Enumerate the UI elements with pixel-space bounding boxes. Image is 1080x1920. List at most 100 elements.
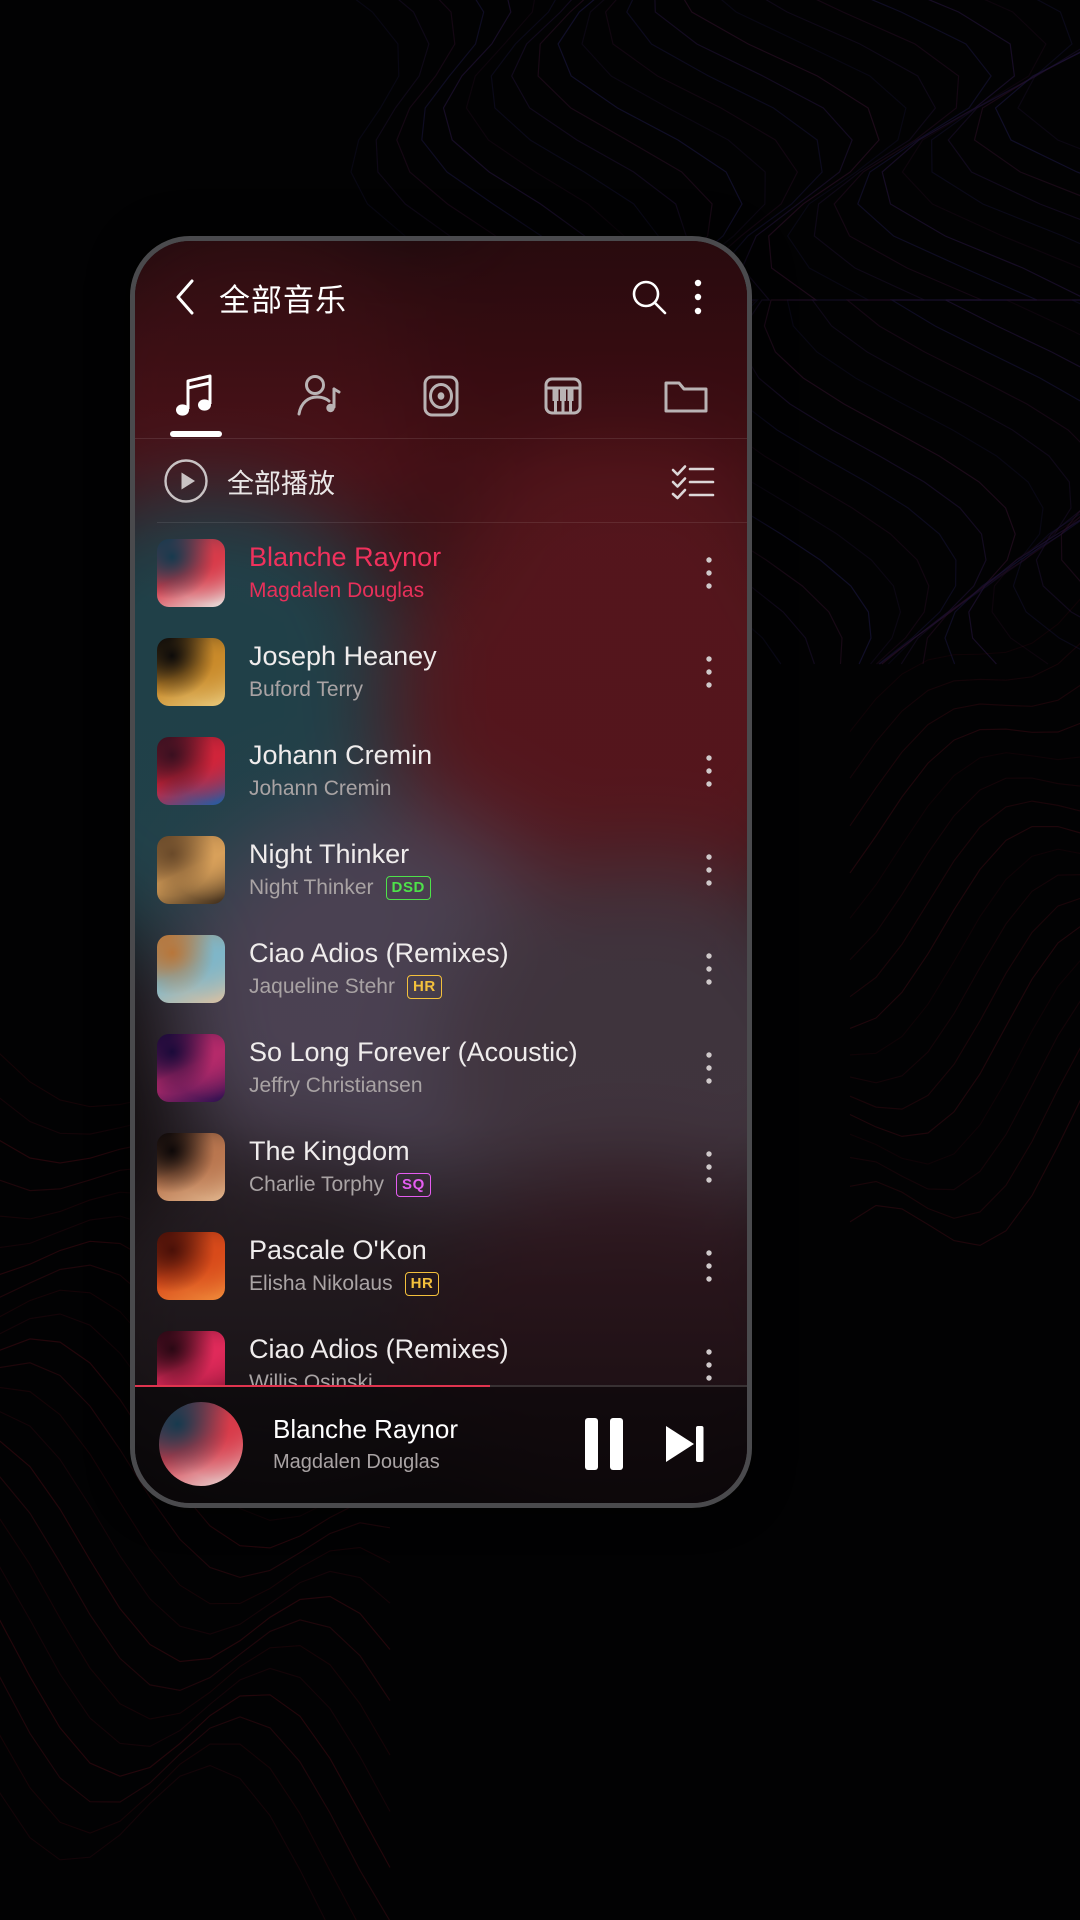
search-button[interactable] bbox=[621, 269, 677, 325]
now-playing-avatar[interactable] bbox=[159, 1402, 243, 1486]
song-title: The Kingdom bbox=[249, 1135, 410, 1166]
active-tab-indicator bbox=[170, 431, 223, 437]
pause-icon bbox=[585, 1418, 623, 1470]
quality-badge: HR bbox=[406, 975, 442, 1000]
checklist-icon bbox=[671, 465, 715, 500]
song-subtitle: Charlie Torphy SQ bbox=[249, 1173, 685, 1198]
song-meta: Ciao Adios (Remixes) Jaqueline Stehr HR bbox=[249, 938, 685, 1000]
song-meta: Ciao Adios (Remixes) Willis Osinski bbox=[249, 1334, 685, 1385]
playback-progress-fill bbox=[135, 1385, 490, 1387]
overflow-menu-button[interactable] bbox=[677, 269, 719, 325]
multiselect-button[interactable] bbox=[665, 453, 721, 509]
sidebar-item-genres[interactable] bbox=[502, 353, 624, 439]
song-subtitle: Elisha Nikolaus HR bbox=[249, 1272, 685, 1297]
kebab-menu-icon bbox=[706, 1051, 712, 1084]
album-art bbox=[157, 1330, 225, 1385]
playback-progress-bar[interactable] bbox=[135, 1385, 747, 1387]
list-item[interactable]: Ciao Adios (Remixes) Willis Osinski bbox=[135, 1315, 747, 1385]
album-art bbox=[157, 835, 225, 904]
song-meta: Johann Cremin Johann Cremin bbox=[249, 740, 685, 802]
list-item[interactable]: So Long Forever (Acoustic) Jeffry Christi… bbox=[135, 1018, 747, 1117]
kebab-menu-icon bbox=[706, 655, 712, 688]
row-overflow-button[interactable] bbox=[685, 933, 733, 1005]
music-note-icon bbox=[176, 374, 212, 416]
play-circle-icon bbox=[164, 459, 208, 503]
list-item[interactable]: Ciao Adios (Remixes) Jaqueline Stehr HR bbox=[135, 919, 747, 1018]
song-subtitle: Jeffry Christiansen bbox=[249, 1074, 685, 1098]
back-button[interactable] bbox=[161, 273, 209, 321]
song-title: Night Thinker bbox=[249, 838, 410, 869]
sidebar-item-albums[interactable] bbox=[380, 353, 502, 439]
song-title: So Long Forever (Acoustic) bbox=[249, 1036, 578, 1067]
row-overflow-button[interactable] bbox=[685, 1032, 733, 1104]
song-subtitle: Buford Terry bbox=[249, 678, 685, 702]
kebab-menu-icon bbox=[694, 279, 702, 315]
album-art bbox=[157, 1231, 225, 1300]
kebab-menu-icon bbox=[706, 556, 712, 589]
song-subtitle: Night Thinker DSD bbox=[249, 876, 685, 901]
kebab-menu-icon bbox=[706, 952, 712, 985]
song-subtitle: Magdalen Douglas bbox=[249, 579, 685, 603]
song-artist: Elisha Nikolaus bbox=[249, 1272, 393, 1296]
row-overflow-button[interactable] bbox=[685, 1329, 733, 1386]
song-meta: The Kingdom Charlie Torphy SQ bbox=[249, 1136, 685, 1198]
list-item[interactable]: Joseph Heaney Buford Terry bbox=[135, 622, 747, 721]
album-disc-icon bbox=[423, 375, 459, 417]
folder-icon bbox=[664, 381, 708, 413]
page-title: 全部音乐 bbox=[219, 282, 347, 318]
next-track-button[interactable] bbox=[643, 1405, 721, 1483]
row-overflow-button[interactable] bbox=[685, 1131, 733, 1203]
kebab-menu-icon bbox=[706, 754, 712, 787]
album-art bbox=[157, 538, 225, 607]
row-overflow-button[interactable] bbox=[685, 735, 733, 807]
list-item[interactable]: Pascale O'Kon Elisha Nikolaus HR bbox=[135, 1216, 747, 1315]
phone-frame: 全部音乐 全部播放 Blanche Raynor Magdalen Dougla… bbox=[130, 236, 752, 1508]
song-meta: Night Thinker Night Thinker DSD bbox=[249, 839, 685, 901]
now-playing-artist: Magdalen Douglas bbox=[273, 1451, 440, 1473]
quality-badge: SQ bbox=[396, 1173, 431, 1198]
song-artist: Jeffry Christiansen bbox=[249, 1074, 423, 1098]
song-subtitle: Johann Cremin bbox=[249, 777, 685, 801]
row-overflow-button[interactable] bbox=[685, 834, 733, 906]
play-all-bar[interactable]: 全部播放 bbox=[135, 439, 747, 523]
pause-button[interactable] bbox=[565, 1405, 643, 1483]
now-playing-title: Blanche Raynor bbox=[273, 1414, 458, 1444]
play-all-label: 全部播放 bbox=[227, 468, 335, 499]
song-title: Ciao Adios (Remixes) bbox=[249, 1333, 509, 1364]
sidebar-item-songs[interactable] bbox=[135, 353, 257, 439]
album-art bbox=[157, 1033, 225, 1102]
list-item[interactable]: Blanche Raynor Magdalen Douglas bbox=[135, 523, 747, 622]
phone-screen: 全部音乐 全部播放 Blanche Raynor Magdalen Dougla… bbox=[135, 241, 747, 1503]
album-art bbox=[157, 736, 225, 805]
song-meta: Joseph Heaney Buford Terry bbox=[249, 641, 685, 703]
kebab-menu-icon bbox=[706, 853, 712, 886]
song-artist: Johann Cremin bbox=[249, 777, 392, 801]
sidebar-item-artists[interactable] bbox=[257, 353, 379, 439]
song-subtitle: Jaqueline Stehr HR bbox=[249, 975, 685, 1000]
artist-icon bbox=[297, 375, 341, 416]
row-overflow-button[interactable] bbox=[685, 636, 733, 708]
skip-next-icon bbox=[666, 1426, 704, 1462]
row-overflow-button[interactable] bbox=[685, 537, 733, 609]
list-item[interactable]: Johann Cremin Johann Cremin bbox=[135, 721, 747, 820]
kebab-menu-icon bbox=[706, 1249, 712, 1282]
list-item[interactable]: The Kingdom Charlie Torphy SQ bbox=[135, 1117, 747, 1216]
album-art bbox=[157, 1132, 225, 1201]
song-title: Johann Cremin bbox=[249, 739, 433, 770]
album-art bbox=[157, 637, 225, 706]
chevron-left-icon bbox=[176, 279, 194, 315]
song-title: Ciao Adios (Remixes) bbox=[249, 937, 509, 968]
song-artist: Buford Terry bbox=[249, 678, 363, 702]
kebab-menu-icon bbox=[706, 1348, 712, 1381]
song-artist: Willis Osinski bbox=[249, 1371, 373, 1385]
song-subtitle: Willis Osinski bbox=[249, 1371, 685, 1385]
list-item[interactable]: Night Thinker Night Thinker DSD bbox=[135, 820, 747, 919]
song-meta: Blanche Raynor Magdalen Douglas bbox=[249, 542, 685, 604]
row-overflow-button[interactable] bbox=[685, 1230, 733, 1302]
song-title: Joseph Heaney bbox=[249, 640, 437, 671]
song-list[interactable]: Blanche Raynor Magdalen Douglas Joseph Hea… bbox=[135, 523, 747, 1385]
mini-player[interactable]: Blanche Raynor Magdalen Douglas bbox=[135, 1385, 747, 1503]
sidebar-item-folders[interactable] bbox=[625, 353, 747, 439]
piano-keys-icon bbox=[544, 377, 582, 415]
song-title: Pascale O'Kon bbox=[249, 1234, 427, 1265]
